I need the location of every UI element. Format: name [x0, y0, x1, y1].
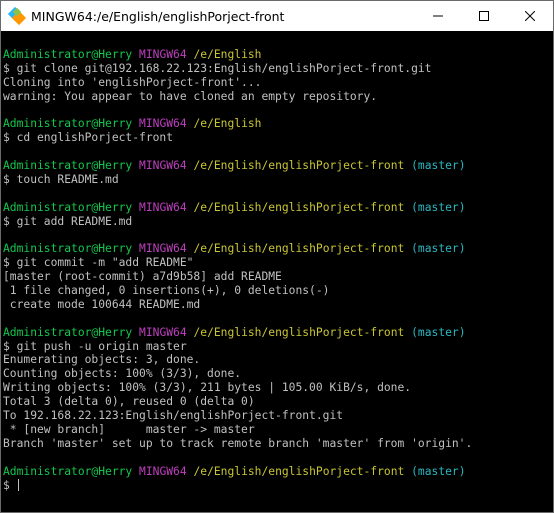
command-text: $ git add README.md — [3, 214, 133, 228]
minimize-button[interactable] — [415, 1, 461, 31]
prompt-path: /e/English — [193, 47, 262, 61]
prompt-line: Administrator@Herry MINGW64 /e/English — [3, 117, 553, 131]
prompt-line: Administrator@Herry MINGW64 /e/English — [3, 48, 553, 62]
prompt-env: MINGW64 — [139, 117, 187, 131]
prompt-env: MINGW64 — [139, 47, 187, 61]
prompt-line: Administrator@Herry MINGW64 /e/English/e… — [3, 242, 553, 256]
output-text: warning: You appear to have cloned an em… — [3, 89, 378, 103]
command-text: $ git push -u origin master — [3, 339, 187, 353]
prompt-line: Administrator@Herry MINGW64 /e/English/e… — [3, 159, 553, 173]
output-text: Counting objects: 100% (3/3), done. — [3, 367, 242, 381]
prompt-path: /e/English/englishPorject-front — [193, 200, 405, 214]
output-line: Writing objects: 100% (3/3), 211 bytes |… — [3, 381, 553, 395]
title-bar[interactable]: MINGW64:/e/English/englishPorject-front — [1, 1, 553, 31]
command-text: $ touch README.md — [3, 172, 119, 186]
prompt-path: /e/English — [193, 117, 262, 131]
output-line: Enumerating objects: 3, done. — [3, 353, 553, 367]
prompt-path: /e/English/englishPorject-front — [193, 159, 405, 173]
command-line: $ — [3, 478, 553, 493]
prompt-path: /e/English/englishPorject-front — [193, 242, 405, 256]
prompt-env: MINGW64 — [139, 159, 187, 173]
command-line: $ cd englishPorject-front — [3, 131, 553, 145]
command-line: $ git commit -m "add README" — [3, 256, 553, 270]
prompt-branch: (master) — [411, 242, 466, 256]
prompt-user: Administrator@Herry — [3, 464, 133, 478]
output-line: 1 file changed, 0 insertions(+), 0 delet… — [3, 284, 553, 298]
prompt-line: Administrator@Herry MINGW64 /e/English/e… — [3, 326, 553, 340]
terminal-window: MINGW64:/e/English/englishPorject-front … — [0, 0, 554, 513]
command-text: $ cd englishPorject-front — [3, 131, 174, 145]
prompt-line: Administrator@Herry MINGW64 /e/English/e… — [3, 465, 553, 479]
prompt-user: Administrator@Herry — [3, 242, 133, 256]
terminal-output[interactable]: Administrator@Herry MINGW64 /e/English $ … — [1, 31, 553, 512]
close-icon — [525, 11, 535, 21]
output-line: Total 3 (delta 0), reused 0 (delta 0) — [3, 395, 553, 409]
close-button[interactable] — [507, 1, 553, 31]
output-text: To 192.168.22.123:English/englishPorject… — [3, 409, 344, 423]
command-text: $ — [3, 478, 17, 492]
command-text: $ git commit -m "add README" — [3, 256, 194, 270]
output-text: Writing objects: 100% (3/3), 211 bytes |… — [3, 381, 412, 395]
output-line: Cloning into 'englishPorject-front'... — [3, 76, 553, 90]
output-line: * [new branch] master -> master — [3, 423, 553, 437]
command-line: $ git add README.md — [3, 215, 553, 229]
prompt-branch: (master) — [411, 464, 466, 478]
output-text: Total 3 (delta 0), reused 0 (delta 0) — [3, 395, 255, 409]
output-line: To 192.168.22.123:English/englishPorject… — [3, 409, 553, 423]
prompt-path: /e/English/englishPorject-front — [193, 464, 405, 478]
output-line: warning: You appear to have cloned an em… — [3, 90, 553, 104]
output-text: * [new branch] master -> master — [3, 422, 255, 436]
window-title: MINGW64:/e/English/englishPorject-front — [31, 8, 285, 24]
command-line: $ git clone git@192.168.22.123:English/e… — [3, 62, 553, 76]
prompt-env: MINGW64 — [139, 242, 187, 256]
command-line: $ touch README.md — [3, 173, 553, 187]
output-text: create mode 100644 README.md — [3, 297, 201, 311]
command-line: $ git push -u origin master — [3, 340, 553, 354]
prompt-env: MINGW64 — [139, 325, 187, 339]
text-cursor — [17, 478, 19, 491]
prompt-branch: (master) — [411, 159, 466, 173]
prompt-user: Administrator@Herry — [3, 117, 133, 131]
command-text: $ git clone git@192.168.22.123:English/e… — [3, 61, 432, 75]
prompt-user: Administrator@Herry — [3, 200, 133, 214]
prompt-user: Administrator@Herry — [3, 47, 133, 61]
prompt-env: MINGW64 — [139, 464, 187, 478]
prompt-line: Administrator@Herry MINGW64 /e/English/e… — [3, 201, 553, 215]
output-text: [master (root-commit) a7d9b58] add READM… — [3, 270, 282, 284]
prompt-env: MINGW64 — [139, 200, 187, 214]
maximize-icon — [479, 11, 489, 21]
output-line: Branch 'master' set up to track remote b… — [3, 437, 553, 451]
output-text: Cloning into 'englishPorject-front'... — [3, 75, 262, 89]
output-line: [master (root-commit) a7d9b58] add READM… — [3, 270, 553, 284]
output-line: Counting objects: 100% (3/3), done. — [3, 367, 553, 381]
minimize-icon — [433, 15, 443, 17]
maximize-button[interactable] — [461, 1, 507, 31]
prompt-branch: (master) — [411, 325, 466, 339]
window-controls — [415, 1, 553, 31]
output-text: 1 file changed, 0 insertions(+), 0 delet… — [3, 284, 330, 298]
prompt-branch: (master) — [411, 200, 466, 214]
prompt-user: Administrator@Herry — [3, 159, 133, 173]
output-text: Enumerating objects: 3, done. — [3, 353, 201, 367]
prompt-user: Administrator@Herry — [3, 325, 133, 339]
prompt-path: /e/English/englishPorject-front — [193, 325, 405, 339]
output-text: Branch 'master' set up to track remote b… — [3, 436, 473, 450]
output-line: create mode 100644 README.md — [3, 298, 553, 312]
git-bash-icon — [7, 6, 27, 26]
